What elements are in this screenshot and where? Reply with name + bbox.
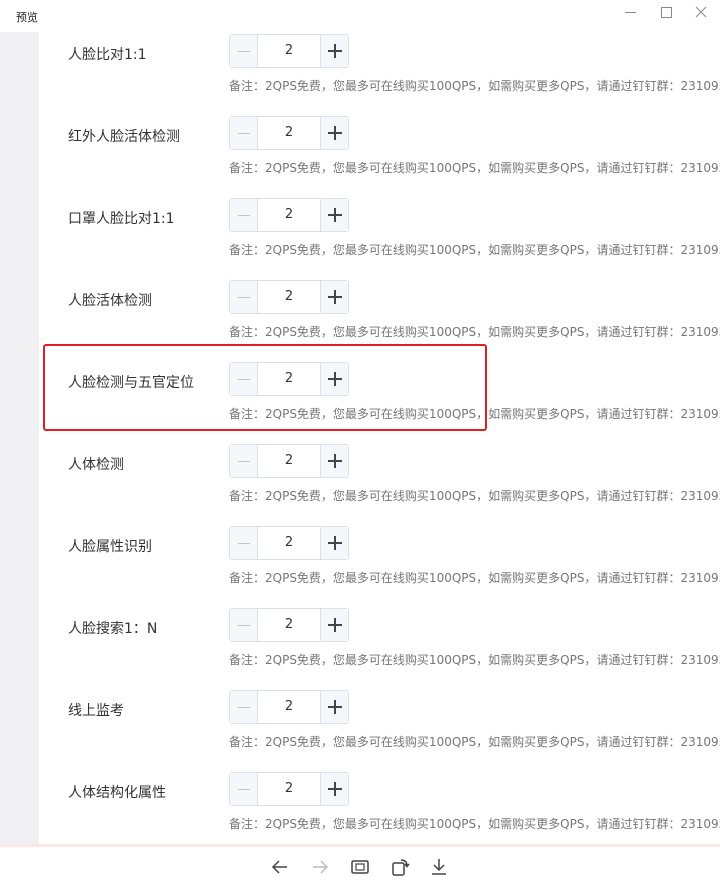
list-item: 线上监考 2 备注：2QPS免费，您最多可在线购买100QPS，如需购买更多QPS，… bbox=[39, 688, 720, 770]
fit-screen-button[interactable] bbox=[350, 857, 372, 877]
decrement-button[interactable] bbox=[230, 609, 258, 641]
decrement-button[interactable] bbox=[230, 117, 258, 149]
close-button[interactable] bbox=[690, 3, 712, 21]
increment-button[interactable] bbox=[320, 281, 348, 313]
rotate-button[interactable] bbox=[390, 857, 412, 877]
decrement-button[interactable] bbox=[230, 35, 258, 67]
decrement-button[interactable] bbox=[230, 527, 258, 559]
qps-stepper[interactable]: 2 bbox=[229, 34, 349, 68]
increment-button[interactable] bbox=[320, 363, 348, 395]
qps-input[interactable]: 2 bbox=[258, 527, 320, 559]
fit-screen-icon bbox=[351, 860, 369, 874]
decrement-button[interactable] bbox=[230, 445, 258, 477]
qps-stepper[interactable]: 2 bbox=[229, 444, 349, 478]
service-label: 人脸搜索1：N bbox=[68, 621, 158, 637]
viewer-toolbar bbox=[0, 844, 720, 886]
list-item: 人体结构化属性 2 备注：2QPS免费，您最多可在线购买100QPS，如需购买更多Q… bbox=[39, 770, 720, 844]
previous-button[interactable] bbox=[270, 857, 292, 877]
decrement-button[interactable] bbox=[230, 363, 258, 395]
note-text: 备注：2QPS免费，您最多可在线购买100QPS，如需购买更多QPS，请通过钉钉… bbox=[229, 653, 720, 667]
arrow-right-icon bbox=[313, 860, 329, 874]
qps-stepper[interactable]: 2 bbox=[229, 198, 349, 232]
note-text: 备注：2QPS免费，您最多可在线购买100QPS，如需购买更多QPS，请通过钉钉… bbox=[229, 735, 720, 749]
qps-stepper[interactable]: 2 bbox=[229, 690, 349, 724]
decrement-button[interactable] bbox=[230, 773, 258, 805]
qps-input[interactable]: 2 bbox=[258, 199, 320, 231]
rotate-icon bbox=[392, 859, 410, 876]
list-item: 人体检测 2 备注：2QPS免费，您最多可在线购买100QPS，如需购买更多QPS，… bbox=[39, 442, 720, 524]
title-bar: 预览 bbox=[0, 0, 720, 32]
list-item: 口罩人脸比对1:1 2 备注：2QPS免费，您最多可在线购买100QPS，如需购买更… bbox=[39, 196, 720, 278]
qps-input[interactable]: 2 bbox=[258, 117, 320, 149]
increment-button[interactable] bbox=[320, 35, 348, 67]
decrement-button[interactable] bbox=[230, 199, 258, 231]
qps-stepper[interactable]: 2 bbox=[229, 280, 349, 314]
note-text: 备注：2QPS免费，您最多可在线购买100QPS，如需购买更多QPS，请通过钉钉… bbox=[229, 571, 720, 585]
qps-input[interactable]: 2 bbox=[258, 691, 320, 723]
minimize-button[interactable] bbox=[620, 3, 642, 21]
qps-input[interactable]: 2 bbox=[258, 35, 320, 67]
note-text: 备注：2QPS免费，您最多可在线购买100QPS，如需购买更多QPS，请通过钉钉… bbox=[229, 79, 720, 93]
increment-button[interactable] bbox=[320, 527, 348, 559]
service-label: 人脸活体检测 bbox=[68, 293, 152, 309]
qps-stepper[interactable]: 2 bbox=[229, 116, 349, 150]
next-button[interactable] bbox=[310, 857, 332, 877]
qps-input[interactable]: 2 bbox=[258, 363, 320, 395]
service-label: 人体检测 bbox=[68, 457, 124, 473]
note-text: 备注：2QPS免费，您最多可在线购买100QPS，如需购买更多QPS，请通过钉钉… bbox=[229, 817, 720, 831]
qps-stepper[interactable]: 2 bbox=[229, 772, 349, 806]
decrement-button[interactable] bbox=[230, 281, 258, 313]
increment-button[interactable] bbox=[320, 609, 348, 641]
left-gutter bbox=[0, 32, 39, 844]
list-item: 人脸活体检测 2 备注：2QPS免费，您最多可在线购买100QPS，如需购买更多QP… bbox=[39, 278, 720, 360]
qps-stepper[interactable]: 2 bbox=[229, 608, 349, 642]
qps-input[interactable]: 2 bbox=[258, 445, 320, 477]
service-label: 人脸比对1:1 bbox=[68, 47, 147, 63]
increment-button[interactable] bbox=[320, 445, 348, 477]
list-item: 人脸比对1:1 2 备注：2QPS免费，您最多可在线购买100QPS，如需购买更多Q… bbox=[39, 32, 720, 114]
increment-button[interactable] bbox=[320, 117, 348, 149]
service-label: 人体结构化属性 bbox=[68, 785, 166, 801]
note-text: 备注：2QPS免费，您最多可在线购买100QPS，如需购买更多QPS，请通过钉钉… bbox=[229, 161, 720, 175]
service-label: 口罩人脸比对1:1 bbox=[68, 211, 175, 227]
arrow-left-icon bbox=[271, 860, 287, 874]
download-icon bbox=[432, 859, 446, 875]
increment-button[interactable] bbox=[320, 773, 348, 805]
increment-button[interactable] bbox=[320, 691, 348, 723]
note-text: 备注：2QPS免费，您最多可在线购买100QPS，如需购买更多QPS，请通过钉钉… bbox=[229, 243, 720, 257]
qps-input[interactable]: 2 bbox=[258, 773, 320, 805]
service-label: 线上监考 bbox=[68, 703, 124, 719]
maximize-button[interactable] bbox=[655, 3, 677, 21]
decrement-button[interactable] bbox=[230, 691, 258, 723]
note-text: 备注：2QPS免费，您最多可在线购买100QPS，如需购买更多QPS，请通过钉钉… bbox=[229, 489, 720, 503]
qps-input[interactable]: 2 bbox=[258, 281, 320, 313]
download-button[interactable] bbox=[429, 857, 451, 877]
note-text: 备注：2QPS免费，您最多可在线购买100QPS，如需购买更多QPS，请通过钉钉… bbox=[229, 325, 720, 339]
qps-stepper[interactable]: 2 bbox=[229, 526, 349, 560]
service-label: 红外人脸活体检测 bbox=[68, 129, 180, 145]
close-icon bbox=[695, 6, 707, 18]
qps-stepper[interactable]: 2 bbox=[229, 362, 349, 396]
list-item: 人脸检测与五官定位 2 备注：2QPS免费，您最多可在线购买100QPS，如需购买更… bbox=[39, 360, 720, 442]
note-text: 备注：2QPS免费，您最多可在线购买100QPS，如需购买更多QPS，请通过钉钉… bbox=[229, 407, 720, 421]
list-item: 人脸属性识别 2 备注：2QPS免费，您最多可在线购买100QPS，如需购买更多QP… bbox=[39, 524, 720, 606]
window-title: 预览 bbox=[16, 11, 38, 24]
increment-button[interactable] bbox=[320, 199, 348, 231]
service-label: 人脸属性识别 bbox=[68, 539, 152, 555]
preview-viewer: 人脸比对1:1 2 备注：2QPS免费，您最多可在线购买100QPS，如需购买更多Q… bbox=[0, 32, 720, 844]
list-item: 人脸搜索1：N 2 备注：2QPS免费，您最多可在线购买100QPS，如需购买更多Q… bbox=[39, 606, 720, 688]
qps-input[interactable]: 2 bbox=[258, 609, 320, 641]
service-label: 人脸检测与五官定位 bbox=[68, 375, 194, 391]
list-item: 红外人脸活体检测 2 备注：2QPS免费，您最多可在线购买100QPS，如需购买更多… bbox=[39, 114, 720, 196]
